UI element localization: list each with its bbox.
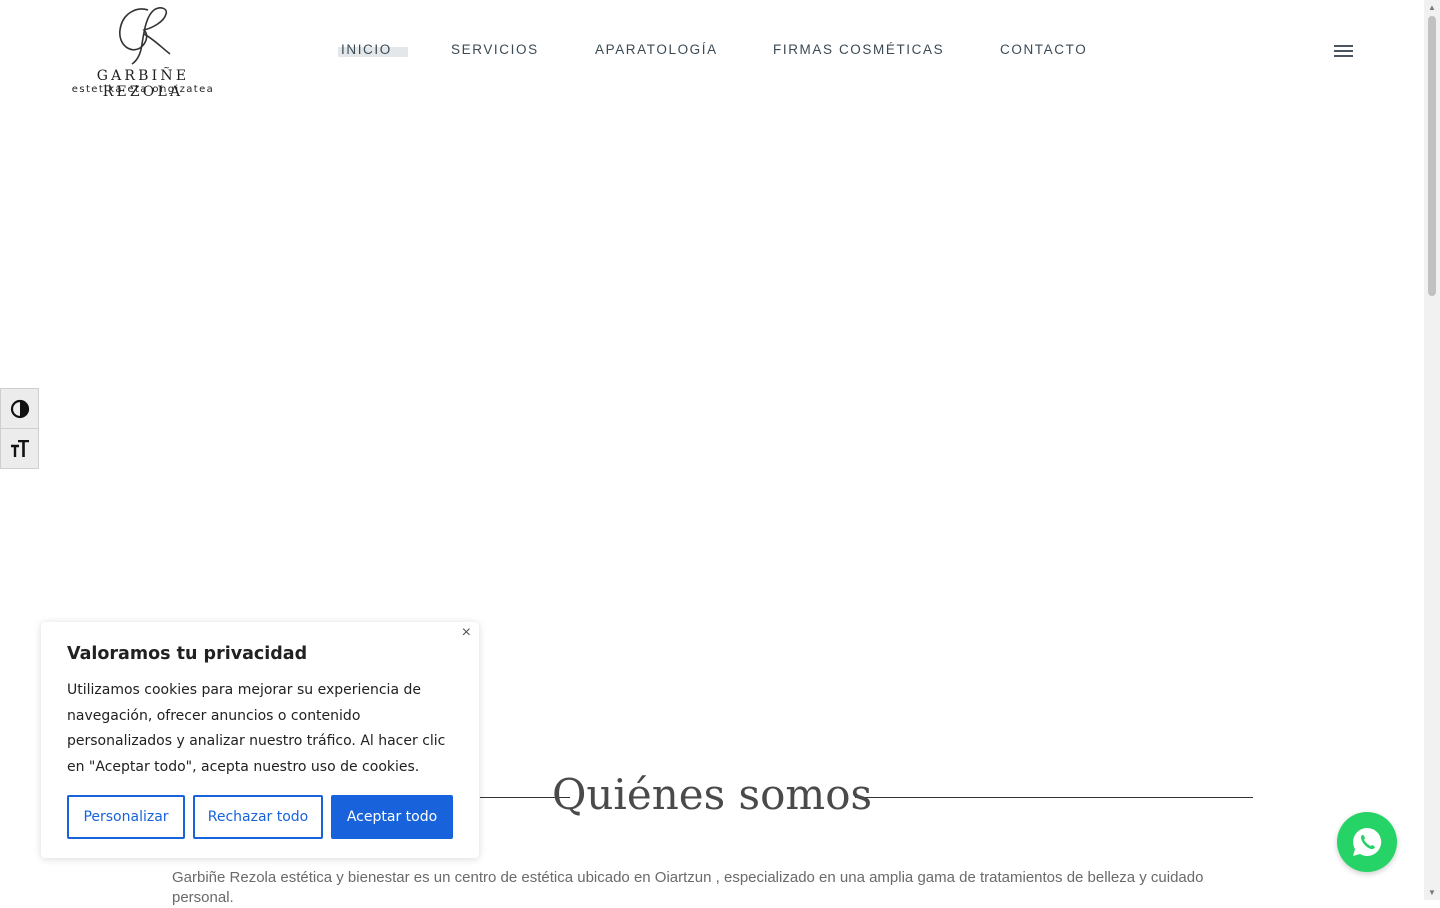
scroll-up-icon[interactable]: ▲ bbox=[1428, 3, 1436, 12]
site-logo[interactable]: GARBIÑE REZOLA estetika eta ongizatea bbox=[60, 4, 226, 100]
cookie-text: Utilizamos cookies para mejorar su exper… bbox=[67, 682, 446, 775]
nav-item-contacto[interactable]: CONTACTO bbox=[1000, 42, 1087, 57]
site-header: GARBIÑE REZOLA estetika eta ongizatea IN… bbox=[0, 0, 1424, 100]
nav-item-inicio[interactable]: INICIO bbox=[341, 42, 392, 57]
font-size-button[interactable] bbox=[0, 428, 39, 469]
close-icon[interactable]: × bbox=[462, 624, 471, 642]
accessibility-toolbar bbox=[0, 388, 39, 469]
nav-item-aparatologia[interactable]: APARATOLOGÍA bbox=[595, 42, 718, 57]
whatsapp-icon bbox=[1353, 827, 1382, 856]
scroll-thumb[interactable] bbox=[1428, 16, 1436, 296]
cookie-title: Valoramos tu privacidad bbox=[67, 644, 308, 664]
contrast-toggle-button[interactable] bbox=[0, 388, 39, 429]
cookie-banner: × Valoramos tu privacidad Utilizamos coo… bbox=[41, 622, 479, 858]
nav-item-firmas-cosmeticas[interactable]: FIRMAS COSMÉTICAS bbox=[773, 42, 944, 57]
logo-tagline: estetika eta ongizatea bbox=[71, 84, 215, 95]
text-size-icon bbox=[10, 439, 29, 457]
whatsapp-button[interactable] bbox=[1337, 812, 1397, 872]
contrast-icon bbox=[10, 399, 29, 418]
scroll-down-icon[interactable]: ▼ bbox=[1428, 888, 1436, 897]
logo-monogram bbox=[119, 7, 171, 65]
section-intro: Garbiñe Rezola estética y bienestar es u… bbox=[172, 869, 1204, 906]
reject-all-button[interactable]: Rechazar todo bbox=[193, 795, 323, 839]
customize-button[interactable]: Personalizar bbox=[67, 795, 185, 839]
page-scrollbar[interactable]: ▲ ▼ bbox=[1424, 0, 1440, 900]
accept-all-button[interactable]: Aceptar todo bbox=[331, 795, 453, 839]
menu-hamburger-icon[interactable] bbox=[1334, 44, 1354, 58]
nav-item-servicios[interactable]: SERVICIOS bbox=[451, 42, 539, 57]
